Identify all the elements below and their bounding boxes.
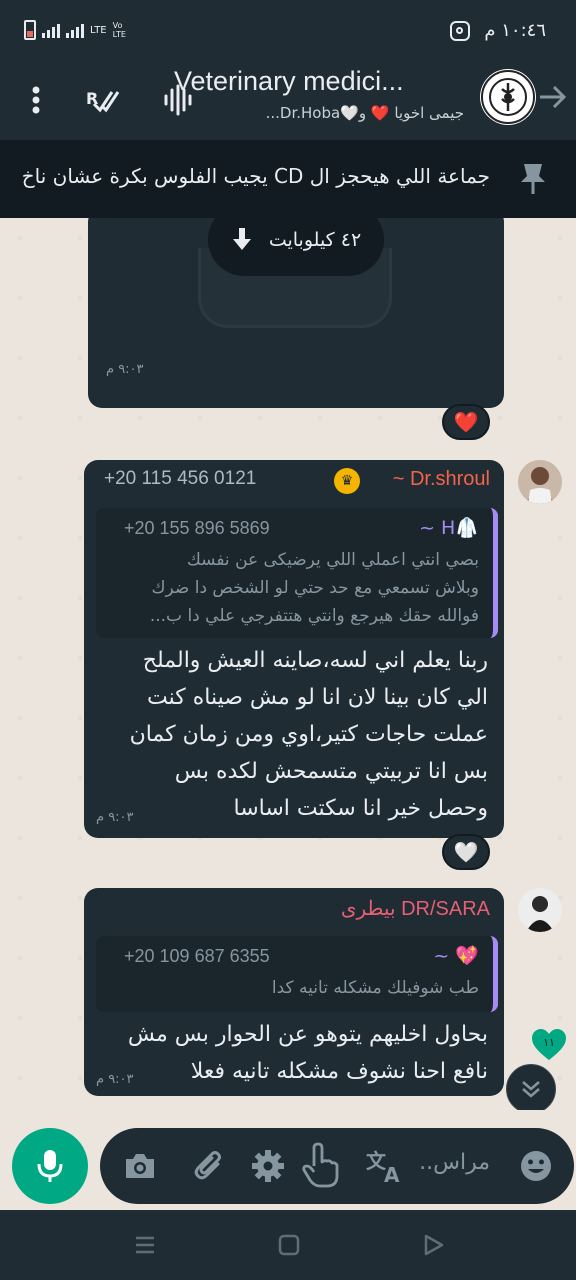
quoted-message[interactable]: +20 155 896 5869 ~ H🥼 بصي انتي اعملي الل… (96, 508, 498, 638)
message-bubble[interactable]: +20 115 456 0121 ~ Dr.shroul ♛ +20 155 8… (84, 460, 504, 838)
sender-name[interactable]: ~ Dr.shroul (393, 468, 490, 491)
message-line: نافع احنا نشوف مشكله تانيه فعلا (190, 1059, 488, 1084)
reaction-heart[interactable]: ❤️ (442, 404, 490, 440)
gear-icon[interactable] (250, 1148, 286, 1184)
sender-name[interactable]: بيطرى DR/SARA (341, 896, 490, 921)
message-bubble[interactable]: بيطرى DR/SARA +20 109 687 6355 ~ 💖 طب شو… (84, 888, 504, 1096)
camera-icon[interactable] (122, 1148, 158, 1184)
status-left: LTE Vo LTE (24, 20, 133, 40)
status-bar: LTE Vo LTE ١٠:٤٦ م (0, 0, 576, 62)
pin-icon (518, 162, 548, 196)
message-line: بس انا تربيتي متسمحش لكده بس (174, 759, 488, 784)
more-options-icon[interactable] (18, 82, 54, 118)
battery-icon (24, 20, 36, 40)
sender-avatar[interactable] (518, 888, 562, 932)
message-line: عملت حاجات كتير،اوي ومن زمان كمان (129, 722, 488, 747)
message-time: ٩:٠٣ م (96, 810, 134, 825)
quote-phone: +20 155 896 5869 (124, 518, 270, 538)
message-line: ربنا يعلم اني لسه،صاينه العيش والملح (142, 648, 488, 673)
pinned-text: جماعة اللي هيحجز ال CD يجيب الفلوس بكرة … (20, 164, 490, 188)
unread-count-badge[interactable]: ١١ (530, 1028, 568, 1062)
attach-icon[interactable] (192, 1148, 228, 1184)
unread-count: ١١ (543, 1036, 555, 1049)
input-bar: 文A مراس.. (0, 1110, 576, 1210)
translate-icon[interactable]: 文A (366, 1148, 406, 1187)
quoted-message[interactable]: +20 109 687 6355 ~ 💖 طب شوفيلك مشكله تان… (96, 936, 498, 1012)
chat-header: R Veterinary medici... جيمى اخويا ❤️ و🤍D… (0, 62, 576, 140)
sender-phone[interactable]: +20 115 456 0121 (104, 468, 256, 490)
message-line: بحاول اخليهم يتوهو عن الحوار بس مش (127, 1022, 488, 1047)
message-time: ٩:٠٣ م (96, 1072, 134, 1087)
pinned-message-bar[interactable]: جماعة اللي هيحجز ال CD يجيب الفلوس بكرة … (0, 140, 576, 218)
home-icon[interactable] (276, 1232, 302, 1258)
quote-line: فوالله حقك هيرجع وانتي هتتفرجي علي دا ب.… (149, 606, 479, 626)
sender-avatar[interactable] (518, 460, 562, 504)
download-arrow-icon (232, 228, 251, 250)
quote-sender: ~ 💖 (433, 945, 479, 967)
download-size: ٤٢ كيلوبايت (268, 229, 362, 251)
clock: ١٠:٤٦ م (484, 20, 546, 41)
input-placeholder: مراس.. (419, 1150, 490, 1175)
read-receipts-icon[interactable]: R (84, 82, 122, 118)
svg-text:A: A (384, 1163, 400, 1184)
volte-label: Vo LTE (112, 21, 126, 39)
group-avatar[interactable] (480, 69, 536, 125)
message-line: وحصل خير انا سكتت اساسا (233, 796, 488, 821)
message-time: ٩:٠٣ م (106, 362, 144, 377)
mic-button[interactable] (12, 1128, 88, 1204)
emoji-icon[interactable] (518, 1148, 554, 1184)
sender-row: +20 115 456 0121 ~ Dr.shroul ♛ (104, 468, 490, 498)
quote-sender: ~ H🥼 (419, 517, 479, 539)
instagram-icon (450, 20, 471, 41)
reaction-white-heart[interactable]: 🤍 (442, 834, 490, 870)
message-line: الي كان بينا لان انا لو مش صيناه كنت (147, 685, 488, 710)
sender-row: بيطرى DR/SARA (104, 896, 490, 926)
network-type: LTE (90, 24, 107, 36)
mic-icon (37, 1150, 63, 1182)
quote-line: بصي انتي اعملي اللي يرضيكى عن نفسك (186, 550, 479, 570)
chat-area[interactable]: ٤٢ كيلوبايت ٩:٠٣ م ❤️ +20 115 456 0121 ~… (0, 218, 576, 1210)
recent-apps-icon[interactable] (132, 1232, 158, 1258)
download-button[interactable]: ٤٢ كيلوبايت (208, 218, 384, 276)
touch-hand-icon[interactable] (300, 1142, 342, 1188)
signal-2-icon (66, 22, 84, 38)
status-right: ١٠:٤٦ م (450, 20, 546, 41)
quote-line: وبلاش تسمعي مع حد حتي لو الشخص دا ضرك (151, 578, 479, 598)
quote-phone: +20 109 687 6355 (124, 946, 270, 966)
system-nav-bar (0, 1210, 576, 1280)
group-members[interactable]: جيمى اخويا ❤️ و🤍Dr.Hoba... (174, 104, 464, 122)
back-arrow-icon[interactable] (536, 80, 570, 114)
group-title[interactable]: Veterinary medici... (174, 66, 464, 97)
quote-line: طب شوفيلك مشكله تانيه كدا (271, 978, 479, 998)
admin-crown-icon: ♛ (334, 468, 360, 494)
back-icon[interactable] (420, 1232, 446, 1258)
chevron-double-down-icon (522, 1081, 540, 1098)
message-bubble-document[interactable]: ٤٢ كيلوبايت ٩:٠٣ م (88, 218, 504, 408)
signal-icon (42, 22, 60, 38)
message-input[interactable]: 文A مراس.. (100, 1128, 574, 1204)
scroll-to-bottom-button[interactable] (506, 1064, 556, 1114)
